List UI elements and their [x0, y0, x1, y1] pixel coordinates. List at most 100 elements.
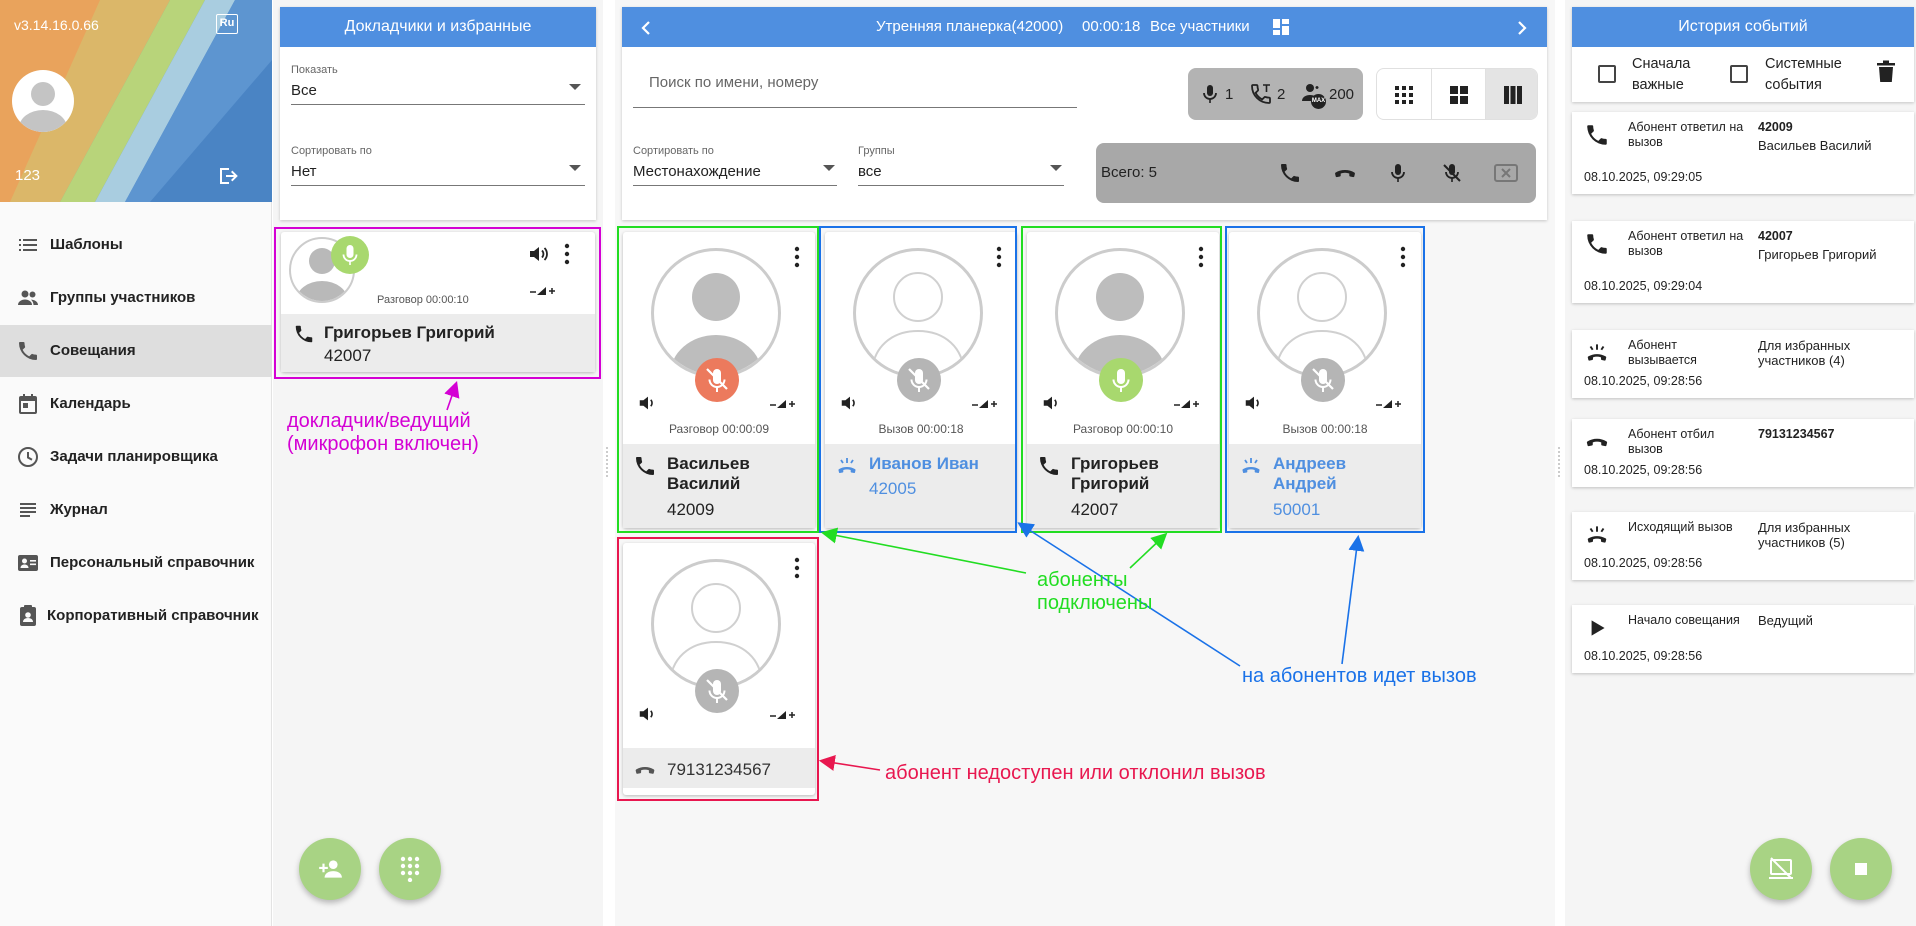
nav-label: Календарь — [50, 395, 131, 412]
view-small-grid-button[interactable] — [1377, 69, 1431, 119]
play-icon — [1591, 620, 1605, 636]
event-date: 08.10.2025, 09:28:56 — [1584, 374, 1703, 388]
resize-handle-right[interactable] — [1558, 447, 1562, 477]
search-input[interactable]: Поиск по имени, номеру — [649, 74, 818, 91]
sidebar: v3.14.16.0.66 Ru 123 Шаблоны Группы учас… — [0, 0, 272, 926]
delete-icon[interactable] — [1876, 60, 1896, 84]
nav-calendar[interactable]: Календарь — [0, 378, 272, 430]
calling-highlight-frame — [1225, 226, 1425, 533]
view-medium-grid-button[interactable] — [1431, 69, 1485, 119]
clock-icon — [18, 447, 38, 467]
nav-meetings[interactable]: Совещания — [0, 325, 272, 377]
grid-medium-icon — [1450, 86, 1468, 104]
sort-filter-label: Сортировать по — [291, 145, 372, 157]
history-event: Абонент вызывается Для избранных участни… — [1572, 330, 1914, 398]
event-number: 79131234567 — [1758, 427, 1835, 441]
conference-sort-select[interactable]: Сортировать по Местонахождение — [633, 145, 837, 197]
event-text: Абонент ответил на вызов — [1628, 229, 1744, 258]
groups-label: Группы — [858, 145, 895, 157]
user-avatar[interactable] — [12, 70, 74, 132]
max-count: 200 — [1329, 86, 1355, 103]
hangup-all-icon[interactable] — [1332, 161, 1358, 185]
show-filter-label: Показать — [291, 64, 338, 76]
speaker-annotation: докладчик/ведущий (микрофон включен) — [287, 410, 479, 456]
speakers-panel: Докладчики и избранные Показать Все Сорт… — [280, 7, 596, 220]
connected-annotation-line2: подключены — [1037, 592, 1153, 614]
calling-annotation: на абонентов идет вызов — [1242, 665, 1477, 687]
call-answered-icon — [1587, 125, 1607, 145]
field-underline — [291, 104, 585, 105]
event-detail: Григорьев Григорий — [1758, 247, 1877, 262]
important-first-label: Сначала важные — [1632, 56, 1691, 93]
call-answered-icon — [1587, 234, 1607, 254]
nav-journal[interactable]: Журнал — [0, 484, 272, 536]
chevron-left-icon[interactable] — [640, 20, 652, 36]
user-extension: 123 — [15, 167, 41, 184]
chevron-right-icon[interactable] — [1516, 20, 1528, 36]
event-date: 08.10.2025, 09:29:04 — [1584, 279, 1703, 293]
calling-highlight-frame — [819, 226, 1017, 533]
nav-label: Задачи планировщика — [50, 448, 218, 465]
caret-down-icon — [1050, 165, 1062, 171]
event-date: 08.10.2025, 09:28:56 — [1584, 463, 1703, 477]
stop-meeting-button[interactable] — [1830, 838, 1892, 900]
important-first-checkbox[interactable] — [1598, 65, 1616, 83]
conference-sort-value: Местонахождение — [633, 163, 761, 180]
nav-personal-directory[interactable]: Персональный справочник — [0, 537, 272, 589]
mic-icon — [1203, 85, 1217, 103]
dialpad-icon — [400, 856, 420, 882]
event-date: 08.10.2025, 09:28:56 — [1584, 556, 1703, 570]
caret-down-icon — [823, 165, 835, 171]
nav-scheduler-tasks[interactable]: Задачи планировщика — [0, 431, 272, 483]
event-detail: Ведущий — [1758, 613, 1813, 628]
people-icon — [18, 290, 38, 305]
corporate-book-icon — [20, 605, 36, 626]
show-filter-select[interactable]: Показать Все — [291, 64, 585, 116]
speakers-panel-title: Докладчики и избранные — [280, 7, 596, 47]
unavailable-highlight-frame — [617, 537, 819, 801]
event-text: Начало совещания — [1628, 613, 1740, 627]
event-date: 08.10.2025, 09:28:56 — [1584, 649, 1703, 663]
remove-all-icon[interactable] — [1494, 163, 1518, 183]
speaker-annotation-line1: докладчик/ведущий — [287, 410, 471, 432]
language-button[interactable]: Ru — [216, 14, 238, 34]
nav-label: Группы участников — [50, 289, 196, 306]
event-detail: Васильев Василий — [1758, 138, 1872, 153]
groups-select[interactable]: Группы все — [858, 145, 1064, 197]
unavailable-annotation: абонент недоступен или отклонил вызов — [885, 762, 1266, 784]
view-columns-button[interactable] — [1485, 69, 1537, 119]
event-text: Абонент ответил на вызов — [1628, 120, 1744, 149]
event-detail: Для избранных участников (5) — [1758, 520, 1851, 550]
profile-header: v3.14.16.0.66 Ru 123 — [0, 0, 272, 202]
logout-icon[interactable] — [216, 164, 240, 188]
history-event: Исходящий вызов Для избранных участников… — [1572, 512, 1914, 580]
sort-filter-select[interactable]: Сортировать по Нет — [291, 145, 585, 197]
history-event: Абонент ответил на вызов 42007 Григорьев… — [1572, 221, 1914, 303]
connected-annotation: абоненты подключены — [1037, 569, 1152, 615]
history-panel: История событий Сначала важные Системные… — [1572, 7, 1914, 102]
view-mode-toggle — [1376, 68, 1538, 120]
journal-icon — [20, 503, 36, 517]
system-events-checkbox[interactable] — [1730, 65, 1748, 83]
dashboard-icon[interactable] — [1273, 19, 1289, 35]
nav-templates[interactable]: Шаблоны — [0, 219, 272, 271]
stop-screen-share-button[interactable] — [1750, 838, 1812, 900]
mute-all-icon[interactable] — [1440, 161, 1464, 185]
call-all-icon[interactable] — [1278, 161, 1302, 185]
nav-corporate-directory[interactable]: Корпоративный справочник — [0, 590, 272, 642]
nav-label: Шаблоны — [50, 236, 123, 253]
event-text: Абонент отбил вызов — [1628, 427, 1715, 456]
unmute-all-icon[interactable] — [1386, 161, 1410, 185]
nav-groups[interactable]: Группы участников — [0, 272, 272, 324]
calls-icon — [1251, 84, 1271, 104]
max-participants-icon: MAX — [1301, 81, 1326, 109]
person-add-icon — [319, 860, 342, 878]
connected-highlight-frame — [1021, 226, 1222, 533]
call-ringing-icon — [1587, 344, 1607, 361]
conference-counters: 1 2 MAX 200 — [1188, 68, 1363, 120]
add-participant-button[interactable] — [299, 838, 361, 900]
resize-handle-left[interactable] — [606, 447, 610, 477]
dialpad-button[interactable] — [379, 838, 441, 900]
conference-mode: Все участники — [1150, 18, 1250, 35]
nav-label: Совещания — [50, 342, 136, 359]
